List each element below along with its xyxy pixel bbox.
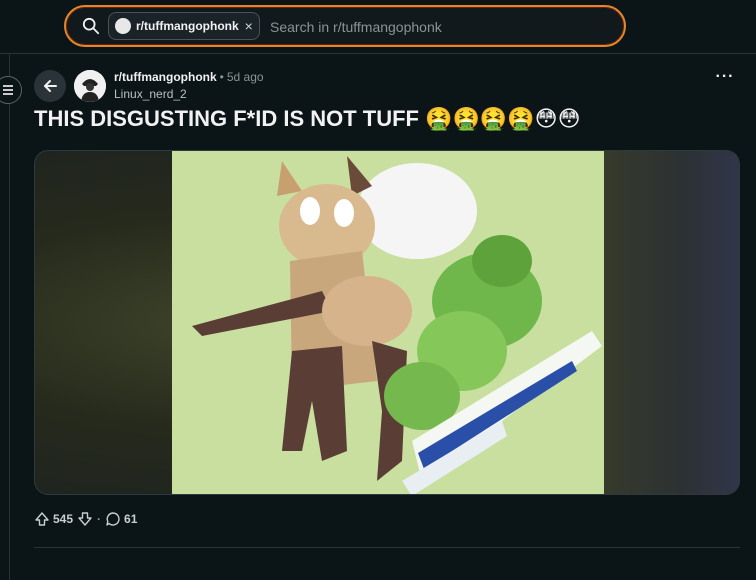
post-gif-image bbox=[172, 151, 604, 494]
back-button[interactable] bbox=[34, 70, 66, 102]
hamburger-icon bbox=[3, 85, 13, 95]
subreddit-link[interactable]: r/tuffmangophonk bbox=[114, 70, 217, 84]
search-input[interactable] bbox=[268, 13, 612, 41]
subreddit-filter-chip[interactable]: r/tuffmangophonk × bbox=[108, 12, 260, 40]
search-bar[interactable]: r/tuffmangophonk × bbox=[64, 5, 626, 47]
actions-separator: · bbox=[97, 512, 102, 526]
author-link[interactable]: Linux_nerd_2 bbox=[114, 87, 187, 101]
subreddit-avatar[interactable] bbox=[74, 70, 106, 102]
post-time: 5d ago bbox=[226, 70, 264, 84]
vote-count: 545 bbox=[53, 512, 74, 526]
media-blur-background bbox=[599, 151, 739, 494]
downvote-icon[interactable] bbox=[77, 511, 93, 527]
post-title: THIS DISGUSTING F*ID IS NOT TUFF 🤮🤮🤮🤮😳😳 bbox=[34, 106, 581, 131]
post-media[interactable] bbox=[34, 150, 740, 495]
subreddit-avatar-icon bbox=[115, 18, 131, 34]
top-bar: r/tuffmangophonk × bbox=[0, 0, 756, 54]
upvote-icon[interactable] bbox=[34, 511, 50, 527]
menu-button[interactable] bbox=[0, 76, 22, 104]
arrow-left-icon bbox=[44, 80, 57, 92]
gif-illustration bbox=[172, 151, 604, 494]
chip-label: r/tuffmangophonk bbox=[136, 19, 239, 33]
subreddit-logo-icon bbox=[74, 70, 106, 102]
section-divider bbox=[34, 547, 740, 548]
comment-count: 61 bbox=[124, 512, 138, 526]
comment-icon[interactable] bbox=[105, 511, 121, 527]
more-options-button[interactable]: ··· bbox=[714, 69, 736, 94]
left-rail-divider bbox=[9, 54, 10, 580]
meta-separator: • bbox=[219, 70, 224, 84]
post-actions: 545 · 61 bbox=[34, 510, 141, 528]
search-icon bbox=[82, 17, 100, 35]
close-icon[interactable]: × bbox=[245, 19, 253, 33]
